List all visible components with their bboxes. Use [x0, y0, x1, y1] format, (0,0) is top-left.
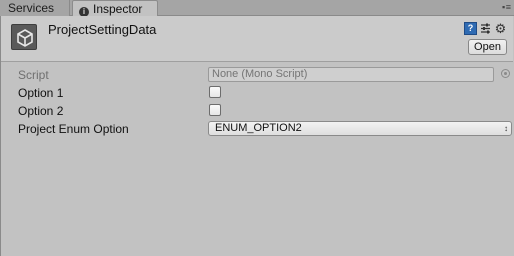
option2-label: Option 2 — [18, 104, 64, 118]
option1-checkbox[interactable] — [209, 86, 221, 98]
object-picker-icon — [501, 69, 510, 78]
tab-bar: Services i Inspector ▪ ≡ — [0, 0, 514, 17]
inspector-panel: ProjectSettingData ? ⚙ Open Script None … — [0, 16, 514, 256]
enum-row: Project Enum Option ENUM_OPTION2 ↕ — [1, 120, 513, 138]
dropdown-arrow-icon: ↕ — [504, 124, 508, 133]
tab-menu-icon[interactable]: ▪ ≡ — [502, 2, 511, 12]
option1-label: Option 1 — [18, 86, 64, 100]
tab-inspector[interactable]: i Inspector — [72, 0, 158, 17]
enum-dropdown-value: ENUM_OPTION2 — [215, 122, 302, 134]
option1-row: Option 1 — [1, 84, 513, 102]
script-label: Script — [18, 68, 49, 82]
inspector-header: ProjectSettingData ? ⚙ Open — [1, 16, 513, 62]
tab-services-label: Services — [8, 1, 55, 15]
open-button[interactable]: Open — [468, 39, 507, 55]
object-title: ProjectSettingData — [48, 22, 157, 37]
unity-cube-icon — [11, 24, 37, 50]
tab-services[interactable]: Services — [0, 0, 70, 16]
help-icon[interactable]: ? — [464, 22, 477, 35]
enum-dropdown[interactable]: ENUM_OPTION2 ↕ — [208, 121, 512, 136]
gear-icon[interactable]: ⚙ — [494, 22, 507, 35]
option2-row: Option 2 — [1, 102, 513, 120]
header-icons: ? ⚙ — [459, 22, 507, 38]
tab-inspector-label: Inspector — [93, 2, 143, 16]
script-row: Script None (Mono Script) — [1, 66, 513, 84]
preset-icon[interactable] — [479, 22, 492, 35]
option2-checkbox[interactable] — [209, 104, 221, 116]
enum-label: Project Enum Option — [18, 122, 129, 136]
script-field: None (Mono Script) — [208, 67, 494, 82]
